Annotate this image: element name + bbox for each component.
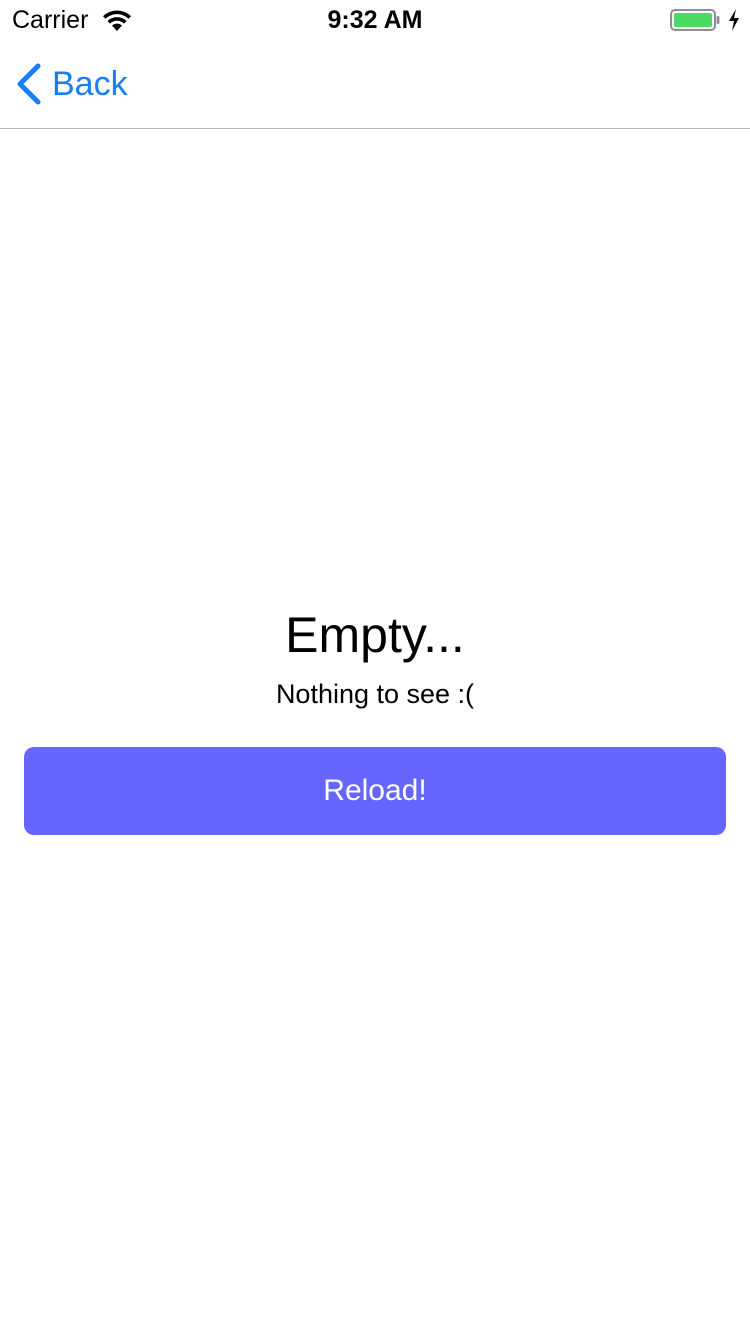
status-bar: Carrier 9:32 AM [0,0,750,40]
empty-state-title: Empty... [285,607,465,663]
charging-bolt-icon [729,9,739,31]
empty-state-subtitle: Nothing to see :( [275,679,475,709]
chevron-left-icon [17,63,41,105]
battery-icon [670,9,720,31]
status-time: 9:32 AM [327,6,423,34]
navigation-bar: Back [0,40,750,129]
app-screen: Carrier 9:32 AM Back Empty... Nothing to… [0,0,750,1334]
battery-level-fill [674,13,712,27]
back-button[interactable]: Back [14,60,128,108]
reload-button[interactable]: Reload! [24,747,726,835]
back-button-label: Back [52,65,128,103]
